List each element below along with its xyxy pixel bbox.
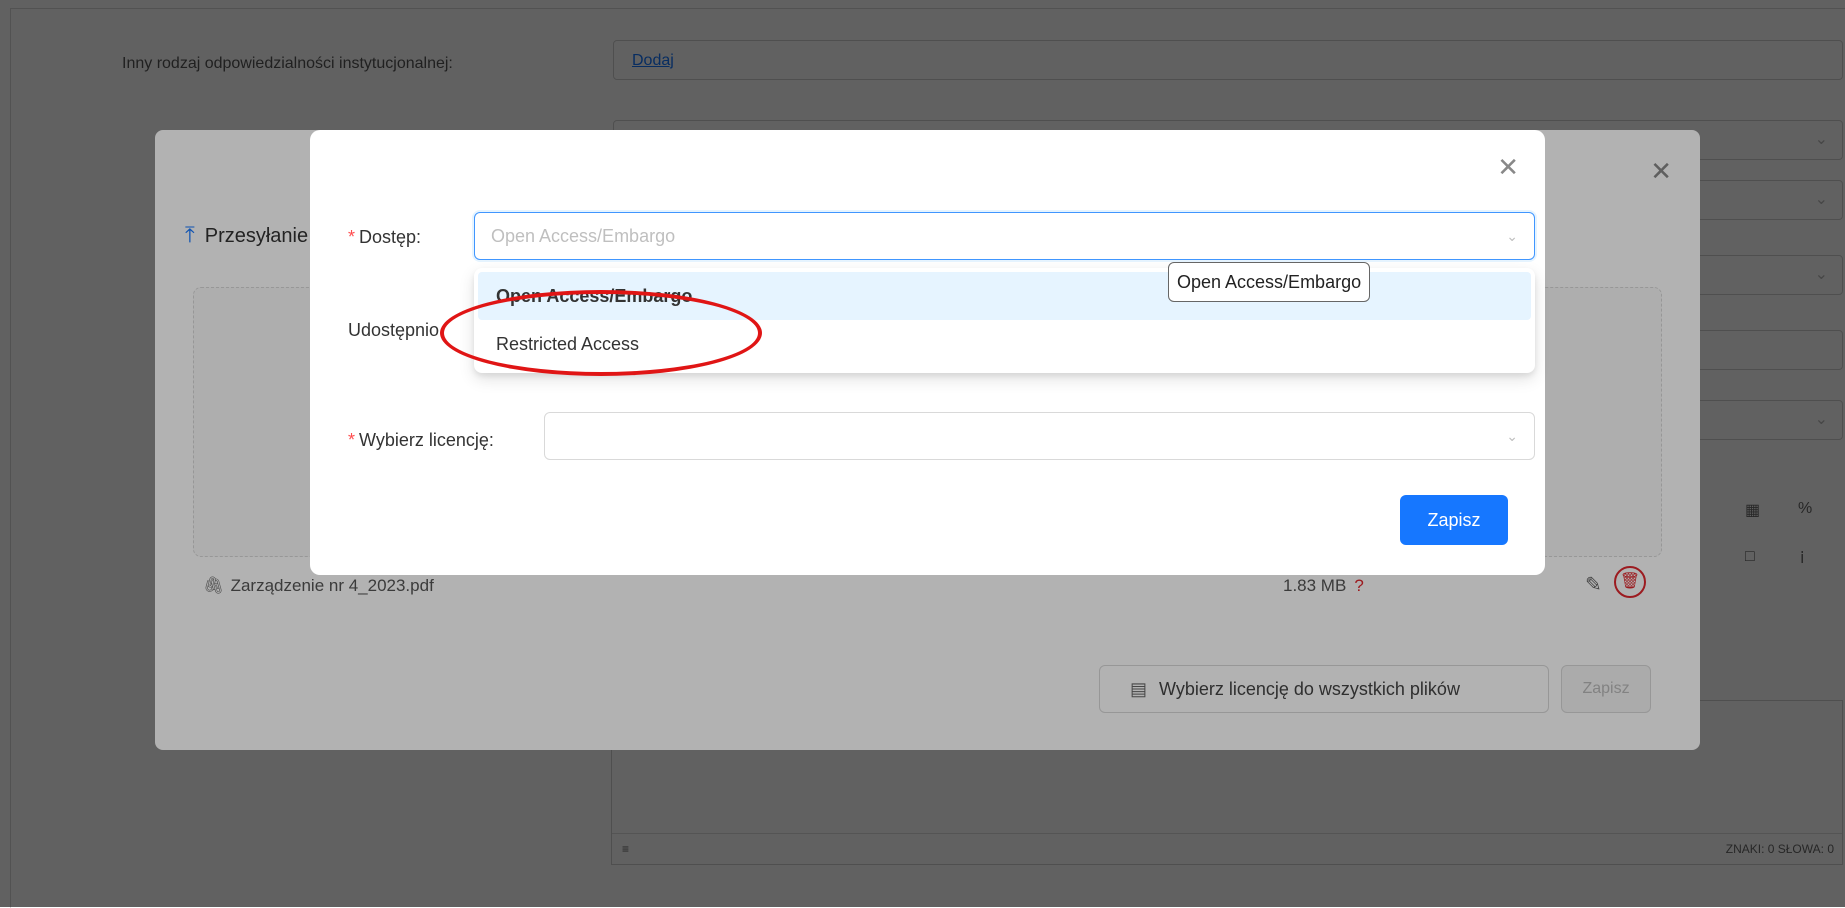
access-label: * Dostęp: xyxy=(348,227,421,248)
shared-label: Udostępnio xyxy=(348,320,440,340)
license-label: * Wybierz licencję: xyxy=(348,430,494,451)
save-button[interactable]: Zapisz xyxy=(1400,495,1508,545)
chevron-down-icon: ⌄ xyxy=(1506,228,1518,244)
access-select[interactable]: Open Access/Embargo ⌄ xyxy=(474,212,1535,260)
chevron-down-icon: ⌄ xyxy=(1506,428,1518,444)
required-mark: * xyxy=(348,227,356,247)
license-label-text: Wybierz licencję: xyxy=(359,430,494,450)
highlight-annotation xyxy=(440,290,762,376)
access-label-text: Dostęp: xyxy=(359,227,422,247)
option-tooltip: Open Access/Embargo xyxy=(1168,262,1371,302)
required-mark: * xyxy=(348,430,356,450)
license-select[interactable]: ⌄ xyxy=(544,412,1535,460)
access-placeholder: Open Access/Embargo xyxy=(491,226,676,246)
close-icon[interactable]: ✕ xyxy=(1497,152,1519,183)
